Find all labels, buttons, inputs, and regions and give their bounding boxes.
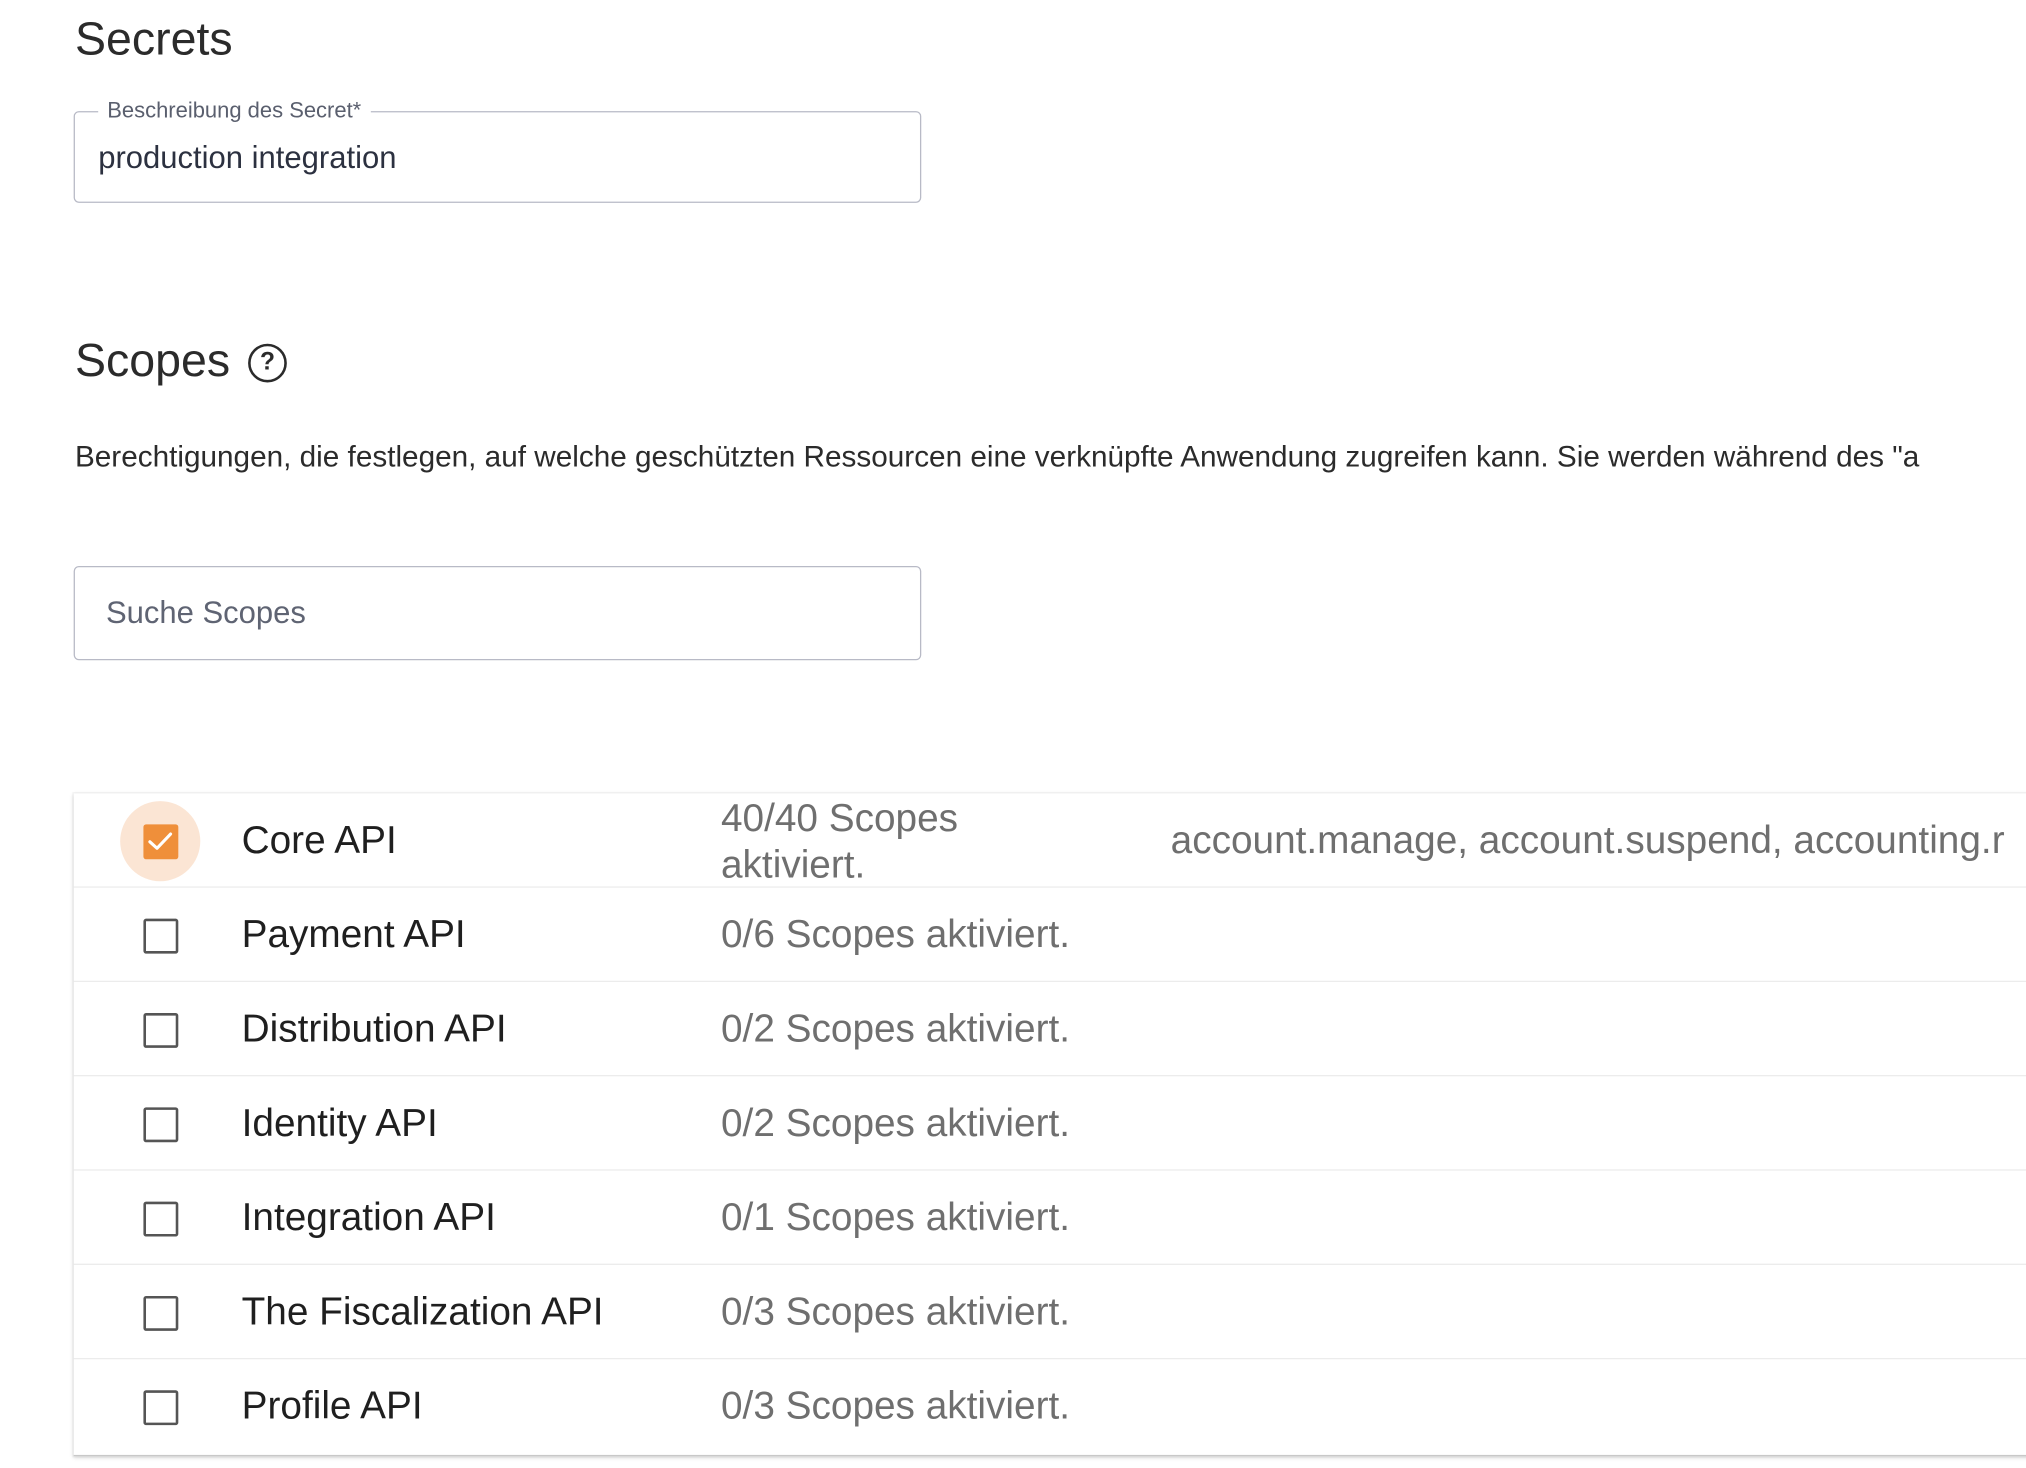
row-name: Integration API	[241, 1196, 496, 1240]
table-row[interactable]: Identity API 0/2 Scopes aktiviert.	[73, 1076, 2026, 1171]
checkbox-ripple	[120, 801, 201, 882]
secret-description-value[interactable]: production integration	[98, 141, 396, 177]
row-status: 0/2 Scopes aktiviert.	[720, 1007, 1071, 1051]
row-status: 0/3 Scopes aktiviert.	[720, 1385, 1071, 1428]
row-scope-list: account.manage, account.suspend, account…	[1170, 819, 2005, 862]
row-name: Distribution API	[241, 1007, 507, 1051]
row-name: Core API	[241, 819, 397, 862]
page: Secrets Beschreibung des Secret* product…	[0, 0, 2026, 1468]
row-status: 40/40 Scopes aktiviert.	[720, 797, 959, 887]
checkbox-ripple	[120, 990, 200, 1070]
help-icon[interactable]: ?	[248, 343, 287, 382]
row-checkbox[interactable]	[142, 1012, 178, 1048]
row-checkbox[interactable]	[142, 823, 178, 859]
scopes-heading: Scopes ?	[75, 332, 287, 389]
checkmark-icon	[148, 832, 173, 850]
secret-description-field[interactable]: Beschreibung des Secret* production inte…	[73, 98, 922, 203]
row-name: The Fiscalization API	[241, 1290, 604, 1334]
table-row[interactable]: Integration API 0/1 Scopes aktiviert.	[73, 1171, 2026, 1265]
secret-description-label: Beschreibung des Secret*	[98, 98, 371, 125]
row-status: 0/1 Scopes aktiviert.	[720, 1196, 1071, 1240]
secrets-title: Secrets	[74, 11, 233, 65]
checkbox-ripple	[120, 895, 200, 975]
row-status: 0/6 Scopes aktiviert.	[720, 913, 1071, 957]
row-name: Payment API	[241, 913, 466, 957]
row-checkbox[interactable]	[142, 1389, 178, 1425]
search-scopes-input[interactable]	[73, 565, 922, 661]
scopes-table: Core API 40/40 Scopes aktiviert. account…	[73, 793, 2026, 1457]
help-icon-glyph: ?	[260, 348, 276, 377]
row-checkbox[interactable]	[142, 1106, 178, 1142]
row-checkbox[interactable]	[142, 1295, 178, 1331]
checkbox-ripple	[120, 1273, 200, 1353]
checkbox-ripple	[120, 1084, 200, 1164]
scopes-title: Scopes	[74, 333, 231, 387]
row-status: 0/2 Scopes aktiviert.	[720, 1102, 1071, 1145]
checkbox-ripple	[120, 1367, 200, 1447]
row-checkbox[interactable]	[142, 918, 178, 953]
table-row[interactable]: Payment API 0/6 Scopes aktiviert.	[73, 888, 2026, 982]
table-row[interactable]: Distribution API 0/2 Scopes aktiviert.	[73, 982, 2026, 1077]
checkbox-ripple	[120, 1178, 200, 1258]
scopes-description: Berechtigungen, die festlegen, auf welch…	[74, 439, 1920, 473]
table-row[interactable]: The Fiscalization API 0/3 Scopes aktivie…	[73, 1265, 2026, 1360]
row-name: Profile API	[241, 1385, 423, 1428]
table-row[interactable]: Core API 40/40 Scopes aktiviert. account…	[73, 793, 2026, 888]
row-status: 0/3 Scopes aktiviert.	[720, 1290, 1071, 1334]
table-row[interactable]: Profile API 0/3 Scopes aktiviert.	[73, 1359, 2026, 1457]
row-name: Identity API	[241, 1102, 438, 1145]
row-checkbox[interactable]	[142, 1201, 178, 1236]
